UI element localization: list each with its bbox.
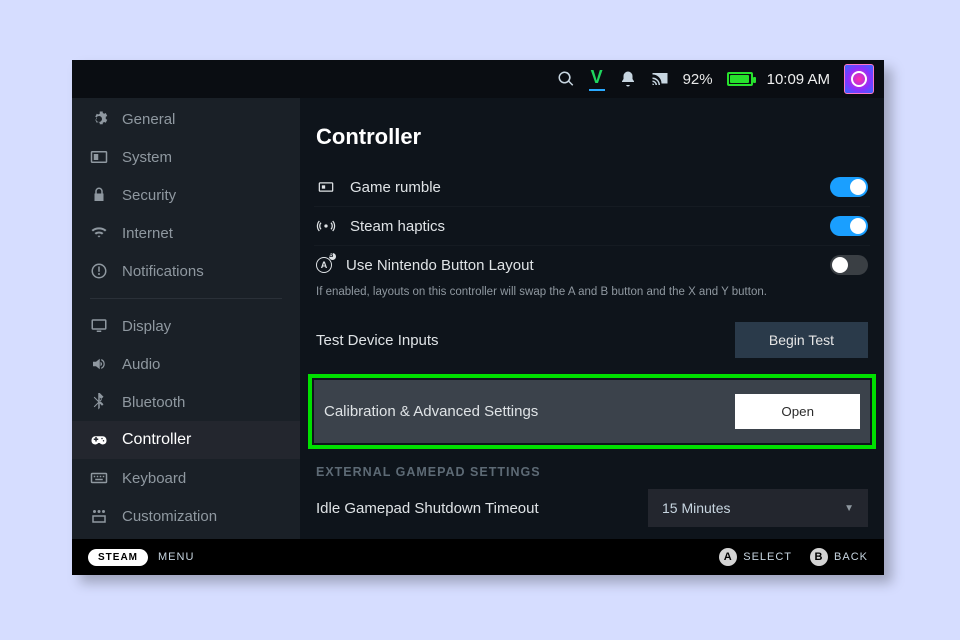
steam-deck-ui: V 92% 10:09 AM General System Securit [72,60,884,575]
sidebar-item-bluetooth[interactable]: Bluetooth [72,383,300,421]
sidebar-item-internet[interactable]: Internet [72,214,300,252]
sidebar-item-label: General [122,111,175,128]
section-external-gamepad: EXTERNAL GAMEPAD SETTINGS [314,457,870,485]
status-bar: V 92% 10:09 AM [72,60,884,98]
footer-action-label: SELECT [743,551,792,563]
setting-idle-timeout: Idle Gamepad Shutdown Timeout 15 Minutes… [314,485,870,539]
toggle-steam-haptics[interactable] [830,216,868,236]
battery-percentage: 92% [683,71,713,88]
battery-icon [727,72,753,86]
page-title: Controller [314,124,870,150]
setting-label: Game rumble [350,179,441,196]
sidebar-item-notifications[interactable]: Notifications [72,252,300,290]
setting-label: Idle Gamepad Shutdown Timeout [316,500,539,517]
setting-test-device-inputs: Test Device Inputs Begin Test [314,310,870,370]
select-value: 15 Minutes [662,500,730,516]
setting-label: Test Device Inputs [316,332,439,349]
open-button[interactable]: Open [735,394,860,429]
search-icon[interactable] [557,70,575,88]
customization-icon [90,507,108,525]
sidebar-item-audio[interactable]: Audio [72,345,300,383]
setting-label: Use Nintendo Button Layout [346,257,534,274]
setting-steam-haptics[interactable]: Steam haptics [314,207,870,246]
setting-calibration-advanced: Calibration & Advanced Settings Open [314,380,870,443]
sidebar-item-label: Notifications [122,263,204,280]
sidebar-item-customization[interactable]: Customization [72,497,300,535]
begin-test-button[interactable]: Begin Test [735,322,868,358]
sidebar-item-label: Internet [122,225,173,242]
rumble-icon [316,177,336,197]
sidebar-item-label: Controller [122,431,191,449]
notifications-icon[interactable] [619,70,637,88]
sidebar-item-label: Audio [122,356,160,373]
footer-bar: STEAM MENU A SELECT B BACK [72,539,884,575]
running-game-icon[interactable]: V [589,67,605,91]
b-button-icon: B [810,548,828,566]
footer-a-select[interactable]: A SELECT [719,548,792,566]
bluetooth-icon [90,393,108,411]
nintendo-layout-icon: AB [316,257,332,273]
setting-nintendo-layout[interactable]: AB Use Nintendo Button Layout [314,246,870,284]
keyboard-icon [90,469,108,487]
setting-game-rumble[interactable]: Game rumble [314,168,870,207]
sidebar-item-label: Display [122,318,171,335]
wifi-icon [90,224,108,242]
toggle-nintendo-layout[interactable] [830,255,868,275]
sidebar-item-label: Keyboard [122,470,186,487]
notifications-icon [90,262,108,280]
calibration-row[interactable]: Calibration & Advanced Settings Open [314,380,870,443]
chevron-down-icon: ▼ [844,503,854,514]
sidebar-item-label: Bluetooth [122,394,185,411]
a-button-icon: A [719,548,737,566]
sidebar-item-system[interactable]: System [72,138,300,176]
footer-menu-label: MENU [158,551,194,563]
idle-timeout-select[interactable]: 15 Minutes ▼ [648,489,868,527]
cast-icon[interactable] [651,70,669,88]
lock-icon [90,186,108,204]
sidebar-item-label: Customization [122,508,217,525]
sidebar-item-label: System [122,149,172,166]
setting-label: Calibration & Advanced Settings [324,403,538,420]
sidebar-item-controller[interactable]: Controller [72,421,300,459]
settings-sidebar: General System Security Internet Notific… [72,98,300,539]
controller-icon [90,431,108,449]
avatar[interactable] [844,64,874,94]
display-icon [90,317,108,335]
footer-b-back[interactable]: B BACK [810,548,868,566]
settings-content: Controller Game rumble Steam haptics [300,98,884,539]
setting-label: Steam haptics [350,218,445,235]
footer-action-label: BACK [834,551,868,563]
steam-button[interactable]: STEAM [88,549,148,566]
gear-icon [90,110,108,128]
sidebar-item-label: Security [122,187,176,204]
system-icon [90,148,108,166]
clock: 10:09 AM [767,71,830,88]
nintendo-layout-help: If enabled, layouts on this controller w… [314,284,870,310]
sidebar-item-display[interactable]: Display [72,307,300,345]
haptics-icon [316,216,336,236]
sidebar-item-general[interactable]: General [72,100,300,138]
toggle-game-rumble[interactable] [830,177,868,197]
sidebar-item-security[interactable]: Security [72,176,300,214]
sidebar-item-keyboard[interactable]: Keyboard [72,459,300,497]
audio-icon [90,355,108,373]
